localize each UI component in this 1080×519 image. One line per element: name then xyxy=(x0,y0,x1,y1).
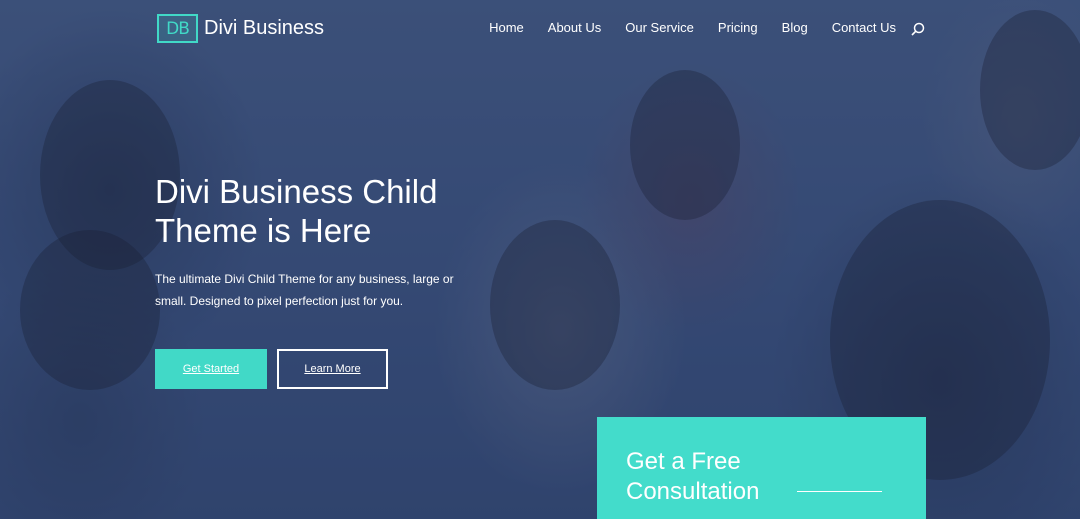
consultation-title: Get a Free Consultation xyxy=(626,447,826,507)
consultation-card[interactable]: Get a Free Consultation xyxy=(597,417,926,519)
nav-item-our-service[interactable]: Our Service xyxy=(625,20,694,35)
logo-text: Divi Business xyxy=(204,17,325,39)
main-nav: Home About Us Our Service Pricing Blog C… xyxy=(489,20,896,35)
nav-item-contact-us[interactable]: Contact Us xyxy=(832,20,896,35)
background-person xyxy=(630,70,740,220)
nav-item-pricing[interactable]: Pricing xyxy=(718,20,758,35)
hero-subtitle-line1: The ultimate Divi Child Theme for any bu… xyxy=(155,272,454,286)
get-started-button[interactable]: Get Started xyxy=(155,349,267,389)
hero-buttons: Get Started Learn More xyxy=(155,349,388,389)
nav-item-home[interactable]: Home xyxy=(489,20,524,35)
background-person xyxy=(490,220,620,390)
hero-title-line1: Divi Business Child xyxy=(155,173,438,210)
nav-item-about-us[interactable]: About Us xyxy=(548,20,601,35)
hero-content: Divi Business Child Theme is Here The ul… xyxy=(155,172,495,312)
hero-title-line2: Theme is Here xyxy=(155,212,372,249)
search-icon[interactable] xyxy=(911,22,925,36)
site-header: DB Divi Business Home About Us Our Servi… xyxy=(0,0,1080,58)
learn-more-button[interactable]: Learn More xyxy=(277,349,388,389)
site-logo[interactable]: DB Divi Business xyxy=(157,14,324,43)
background-person xyxy=(20,230,160,390)
consultation-title-line1: Get a Free xyxy=(626,448,741,475)
hero-subtitle: The ultimate Divi Child Theme for any bu… xyxy=(155,268,465,312)
decorative-divider xyxy=(797,491,882,492)
hero-subtitle-line2: small. Designed to pixel perfection just… xyxy=(155,294,404,308)
hero-title: Divi Business Child Theme is Here xyxy=(155,172,495,250)
nav-item-blog[interactable]: Blog xyxy=(782,20,808,35)
logo-mark: DB xyxy=(157,14,198,43)
consultation-title-line2: Consultation xyxy=(626,478,760,505)
